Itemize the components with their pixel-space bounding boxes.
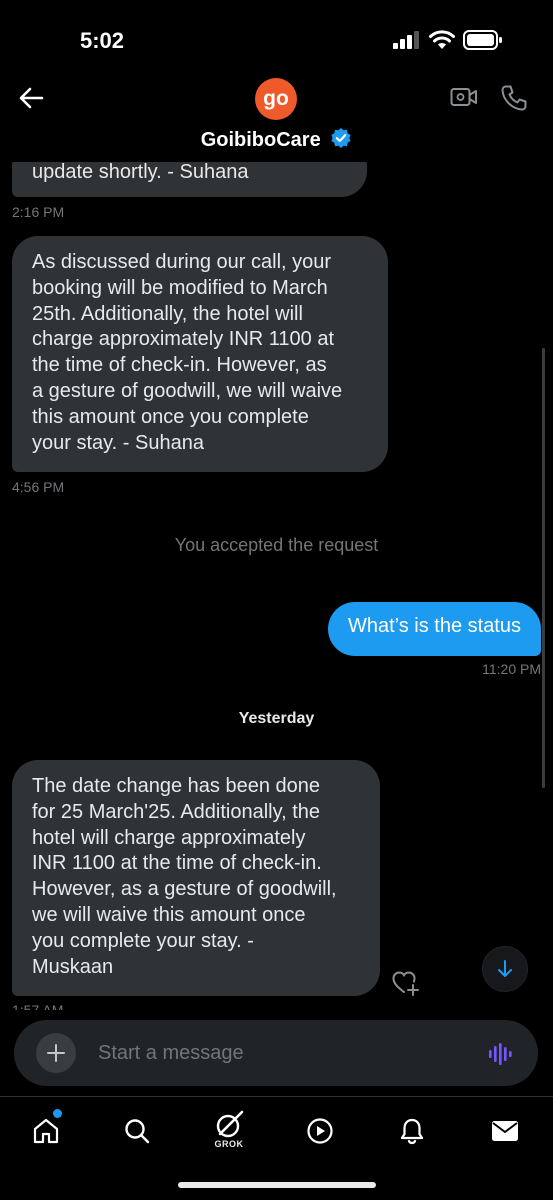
message-line: However, as a gesture of goodwill,: [32, 878, 337, 901]
message-timestamp: 2:16 PM: [12, 204, 65, 220]
system-message: You accepted the request: [174, 535, 379, 555]
message-line: charge approximately INR 1100 at: [32, 328, 335, 351]
message-line: we will waive this amount once: [32, 903, 306, 926]
message-thread[interactable]: update shortly. - Suhana 2:16 PM As disc…: [0, 162, 553, 1010]
contact-avatar[interactable]: go: [255, 78, 297, 120]
voice-waveform-icon: [489, 1043, 512, 1065]
nav-video[interactable]: [300, 1111, 340, 1151]
message-timestamp: 11:20 PM: [482, 661, 541, 677]
message-line: booking will be modified to March: [32, 276, 328, 299]
nav-notifications[interactable]: [392, 1111, 432, 1151]
composer-area: [0, 1010, 553, 1096]
home-indicator[interactable]: [178, 1182, 376, 1188]
message-timestamp: 4:56 PM: [12, 479, 65, 495]
heart-plus-icon: [392, 971, 419, 996]
verified-badge-icon: [331, 128, 351, 148]
nav-grok[interactable]: GROK: [209, 1105, 249, 1149]
status-bar: 5:02: [0, 0, 553, 62]
incoming-message[interactable]: As discussed during our call, your booki…: [12, 236, 388, 472]
voice-call-button[interactable]: [500, 84, 528, 117]
status-icons: [393, 30, 503, 50]
battery-icon: [463, 30, 502, 50]
arrow-down-icon: [498, 960, 512, 977]
plus-icon: [47, 1044, 65, 1062]
home-icon: [33, 1118, 59, 1144]
phone-icon: [501, 85, 527, 111]
message-line: Muskaan: [32, 955, 114, 978]
contact-name: GoibiboCare: [200, 129, 321, 151]
back-button[interactable]: [18, 86, 46, 110]
nav-home[interactable]: [26, 1109, 66, 1151]
message-line: your stay. - Suhana: [32, 431, 204, 454]
scroll-to-bottom-button[interactable]: [482, 946, 528, 992]
notification-dot: [53, 1109, 62, 1118]
add-reaction-button[interactable]: [392, 970, 420, 1001]
message-input[interactable]: [98, 1038, 468, 1068]
outgoing-message[interactable]: What’s is the status: [327, 602, 541, 656]
play-circle-icon: [307, 1118, 333, 1144]
message-composer: [14, 1020, 538, 1086]
message-line: The date change has been done: [32, 775, 321, 797]
signal-icon: [393, 31, 419, 49]
video-call-button[interactable]: [450, 86, 478, 113]
back-arrow-icon: [19, 87, 44, 109]
search-icon: [125, 1119, 150, 1144]
grok-icon: [216, 1110, 244, 1138]
message-line: 25th. Additionally, the hotel will: [32, 302, 303, 325]
add-attachment-button[interactable]: [36, 1033, 76, 1073]
message-text: update shortly. - Suhana: [32, 162, 249, 183]
nav-search[interactable]: [117, 1111, 157, 1151]
message-line: for 25 March'25. Additionally, the: [32, 800, 321, 823]
grok-label: GROK: [214, 1139, 244, 1149]
incoming-message[interactable]: update shortly. - Suhana: [12, 162, 367, 197]
message-line: a gesture of goodwill, we will waive: [32, 379, 343, 402]
scrollbar[interactable]: [542, 348, 545, 788]
envelope-icon: [492, 1121, 518, 1141]
message-line: INR 1100 at the time of check-in.: [32, 852, 322, 875]
voice-message-button[interactable]: [488, 1042, 514, 1071]
message-line: you complete your stay. -: [32, 929, 254, 952]
conversation-header: go GoibiboCare: [0, 62, 553, 162]
incoming-message[interactable]: The date change has been done for 25 Mar…: [12, 760, 380, 996]
status-time: 5:02: [80, 28, 125, 53]
video-camera-icon: [450, 88, 477, 106]
message-text: What’s is the status: [347, 615, 521, 637]
day-divider: Yesterday: [238, 710, 315, 727]
message-line: As discussed during our call, your: [32, 251, 332, 273]
contact-name-row[interactable]: GoibiboCare: [0, 127, 553, 152]
message-timestamp: 1:57 AM: [12, 1002, 64, 1010]
nav-messages[interactable]: [485, 1111, 525, 1151]
message-line: hotel will charge approximately: [32, 826, 306, 849]
message-line: the time of check-in. However, as: [32, 354, 327, 377]
bell-icon: [400, 1118, 424, 1145]
message-line: this amount once you complete: [32, 405, 309, 428]
wifi-icon: [429, 30, 455, 49]
